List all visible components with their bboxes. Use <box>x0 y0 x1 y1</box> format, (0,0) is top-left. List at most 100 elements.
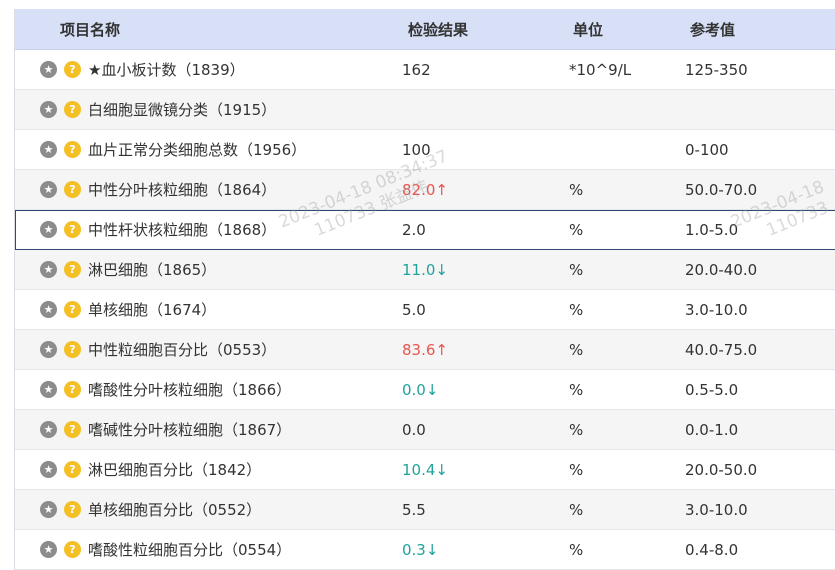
unit-cell: % <box>569 260 584 279</box>
help-icon[interactable]: ? <box>64 501 81 518</box>
item-name-cell: ★? 单核细胞百分比（0552） <box>40 499 261 520</box>
result-value: 10.4 <box>402 460 436 479</box>
item-name-cell: ★? 中性杆状核粒细胞（1868） <box>40 219 276 240</box>
help-icon[interactable]: ? <box>64 221 81 238</box>
star-icon[interactable]: ★ <box>40 61 57 78</box>
table-row[interactable]: ★? 血片正常分类细胞总数（1956） 100 0-100 <box>15 130 835 170</box>
help-icon[interactable]: ? <box>64 381 81 398</box>
unit-cell: % <box>569 500 584 519</box>
result-cell: 82.0↑ <box>402 181 448 199</box>
table-row[interactable]: ★? 嗜酸性粒细胞百分比（0554） 0.3↓% 0.4-8.0 <box>15 530 835 570</box>
result-value: 0.0 <box>402 420 426 439</box>
help-icon[interactable]: ? <box>64 341 81 358</box>
result-cell: 0.3↓ <box>402 541 438 559</box>
table-header: 项目名称 检验结果 单位 参考值 <box>15 9 835 50</box>
help-icon[interactable]: ? <box>64 461 81 478</box>
ref-cell: 3.0-10.0 <box>685 300 748 319</box>
result-value: 2.0 <box>402 220 426 239</box>
star-icon[interactable]: ★ <box>40 101 57 118</box>
result-value: 82.0 <box>402 180 436 199</box>
item-name-cell: ★? 嗜碱性分叶核粒细胞（1867） <box>40 419 291 440</box>
table-row[interactable]: ★? 中性分叶核粒细胞（1864） 82.0↑% 50.0-70.0 <box>15 170 835 210</box>
item-name: 中性粒细胞百分比（0553） <box>88 341 277 359</box>
item-name: 嗜酸性粒细胞百分比（0554） <box>88 541 292 559</box>
star-icon[interactable]: ★ <box>40 461 57 478</box>
table-row[interactable]: ★? 中性粒细胞百分比（0553） 83.6↑% 40.0-75.0 <box>15 330 835 370</box>
result-cell: 0.0↓ <box>402 381 438 399</box>
table-row[interactable]: ★? 嗜碱性分叶核粒细胞（1867） 0.0% 0.0-1.0 <box>15 410 835 450</box>
help-icon[interactable]: ? <box>64 101 81 118</box>
unit-cell: % <box>569 180 584 199</box>
star-icon[interactable]: ★ <box>40 421 57 438</box>
help-icon[interactable]: ? <box>64 61 81 78</box>
result-value: 5.5 <box>402 500 426 519</box>
header-name: 项目名称 <box>60 20 121 39</box>
ref-cell: 0.5-5.0 <box>685 380 739 399</box>
ref-cell: 40.0-75.0 <box>685 340 758 359</box>
result-value: 100 <box>402 140 431 159</box>
table-row[interactable]: ★? 淋巴细胞百分比（1842） 10.4↓% 20.0-50.0 <box>15 450 835 490</box>
help-icon[interactable]: ? <box>64 421 81 438</box>
unit-cell: % <box>569 300 584 319</box>
item-name: 单核细胞（1674） <box>88 301 217 319</box>
help-icon[interactable]: ? <box>64 261 81 278</box>
item-name: 白细胞显微镜分类（1915） <box>88 101 277 119</box>
help-icon[interactable]: ? <box>64 541 81 558</box>
result-flag: ↑ <box>435 180 448 199</box>
result-value: 11.0 <box>402 260 436 279</box>
result-cell: 2.0 <box>402 221 426 239</box>
result-flag: ↓ <box>435 460 448 479</box>
result-cell: 100 <box>402 141 431 159</box>
star-icon[interactable]: ★ <box>40 541 57 558</box>
item-name: 嗜碱性分叶核粒细胞（1867） <box>88 421 292 439</box>
table-row[interactable]: ★? 嗜酸性分叶核粒细胞（1866） 0.0↓% 0.5-5.0 <box>15 370 835 410</box>
header-unit: 单位 <box>573 20 604 39</box>
item-name-cell: ★? 嗜酸性分叶核粒细胞（1866） <box>40 379 291 400</box>
star-icon[interactable]: ★ <box>40 221 57 238</box>
help-icon[interactable]: ? <box>64 301 81 318</box>
table-row[interactable]: ★? 单核细胞（1674） 5.0% 3.0-10.0 <box>15 290 835 330</box>
star-icon[interactable]: ★ <box>40 381 57 398</box>
table-row[interactable]: ★? 单核细胞百分比（0552） 5.5% 3.0-10.0 <box>15 490 835 530</box>
ref-cell: 0.0-1.0 <box>685 420 739 439</box>
unit-cell: % <box>569 220 584 239</box>
item-name: 单核细胞百分比（0552） <box>88 501 262 519</box>
table-row[interactable]: ★? ★血小板计数（1839） 162 *10^9/L 125-350 <box>15 50 835 90</box>
header-ref: 参考值 <box>690 20 736 39</box>
table-row[interactable]: ★? 白细胞显微镜分类（1915） <box>15 90 835 130</box>
unit-cell: % <box>569 460 584 479</box>
ref-cell: 1.0-5.0 <box>685 220 739 239</box>
star-icon[interactable]: ★ <box>40 301 57 318</box>
ref-cell: 50.0-70.0 <box>685 180 758 199</box>
result-flag: ↓ <box>425 540 439 559</box>
table-body: ★? ★血小板计数（1839） 162 *10^9/L 125-350 ★? 白细胞显微镜分… <box>15 50 835 570</box>
star-icon[interactable]: ★ <box>40 181 57 198</box>
help-icon[interactable]: ? <box>64 141 81 158</box>
result-cell: 5.0 <box>402 301 426 319</box>
unit-cell: % <box>569 420 584 439</box>
star-icon[interactable]: ★ <box>40 341 57 358</box>
item-name: 淋巴细胞（1865） <box>88 261 217 279</box>
item-name-cell: ★? 嗜酸性粒细胞百分比（0554） <box>40 539 291 560</box>
star-icon[interactable]: ★ <box>40 501 57 518</box>
item-name-cell: ★? ★血小板计数（1839） <box>40 59 245 80</box>
result-value: 0.3 <box>402 540 426 559</box>
unit-cell: % <box>569 540 584 559</box>
item-name: ★血小板计数（1839） <box>88 61 245 79</box>
ref-cell: 20.0-40.0 <box>685 260 758 279</box>
star-icon[interactable]: ★ <box>40 261 57 278</box>
star-icon[interactable]: ★ <box>40 141 57 158</box>
item-name: 中性分叶核粒细胞（1864） <box>88 181 277 199</box>
ref-cell: 3.0-10.0 <box>685 500 748 519</box>
table-row[interactable]: ★? 中性杆状核粒细胞（1868） 2.0% 1.0-5.0 <box>15 210 835 250</box>
result-value: 0.0 <box>402 380 426 399</box>
result-cell: 0.0 <box>402 421 426 439</box>
ref-cell: 0-100 <box>685 140 729 159</box>
item-name-cell: ★? 淋巴细胞（1865） <box>40 259 216 280</box>
header-result: 检验结果 <box>408 20 469 39</box>
item-name-cell: ★? 中性分叶核粒细胞（1864） <box>40 179 276 200</box>
table-row[interactable]: ★? 淋巴细胞（1865） 11.0↓% 20.0-40.0 <box>15 250 835 290</box>
unit-cell: % <box>569 340 584 359</box>
help-icon[interactable]: ? <box>64 181 81 198</box>
result-cell: 162 <box>402 61 431 79</box>
